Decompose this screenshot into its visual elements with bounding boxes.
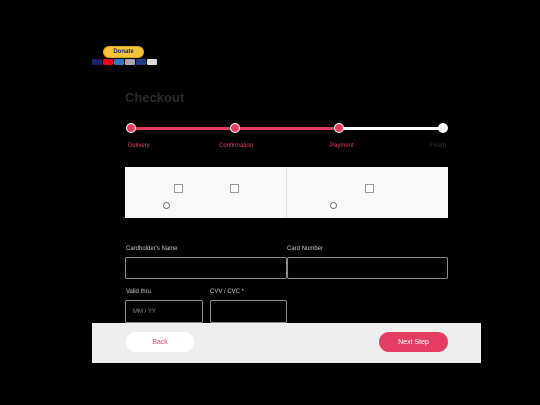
valid-thru-placeholder: MM / YY	[133, 308, 156, 315]
step-dot-payment	[334, 123, 344, 133]
stepper-track-remaining	[340, 127, 442, 130]
mastercard-icon	[103, 59, 113, 65]
back-button[interactable]: Back	[126, 332, 194, 352]
step-label-confirmation: Confirmation	[219, 143, 254, 149]
card-icon	[147, 59, 157, 65]
accepted-cards	[92, 59, 157, 65]
broken-image-icon	[230, 184, 239, 193]
cvv-field[interactable]	[210, 300, 287, 323]
step-dot-confirmation	[230, 123, 240, 133]
page-title: Checkout	[125, 90, 185, 105]
radio-icon[interactable]	[330, 202, 337, 209]
valid-thru-field[interactable]: MM / YY	[125, 300, 203, 323]
payment-option-2[interactable]	[287, 167, 448, 218]
discover-icon	[125, 59, 135, 65]
step-label-finish: Finish	[430, 143, 447, 149]
radio-icon[interactable]	[163, 202, 170, 209]
bank-icon	[136, 59, 146, 65]
valid-thru-label: Valid thru	[126, 289, 151, 295]
broken-image-icon	[174, 184, 183, 193]
visa-icon	[92, 59, 102, 65]
step-dot-delivery	[126, 123, 136, 133]
payment-method-selector	[125, 167, 448, 218]
step-label-payment: Payment	[330, 143, 354, 149]
card-number-label: Card Number	[287, 246, 324, 252]
cardholder-label: Cardholder's Name	[126, 246, 178, 252]
next-step-button[interactable]: Next Step	[379, 332, 448, 352]
cardholder-name-field[interactable]	[125, 257, 287, 279]
step-dot-finish	[438, 123, 448, 133]
step-label-delivery: Delivery	[128, 143, 150, 149]
broken-image-icon	[365, 184, 374, 193]
payment-option-1[interactable]	[125, 167, 287, 218]
cvv-label: CVV / CVC *	[210, 289, 245, 295]
amex-icon	[114, 59, 124, 65]
card-number-field[interactable]	[287, 257, 448, 279]
donate-button[interactable]: Donate	[103, 46, 144, 58]
